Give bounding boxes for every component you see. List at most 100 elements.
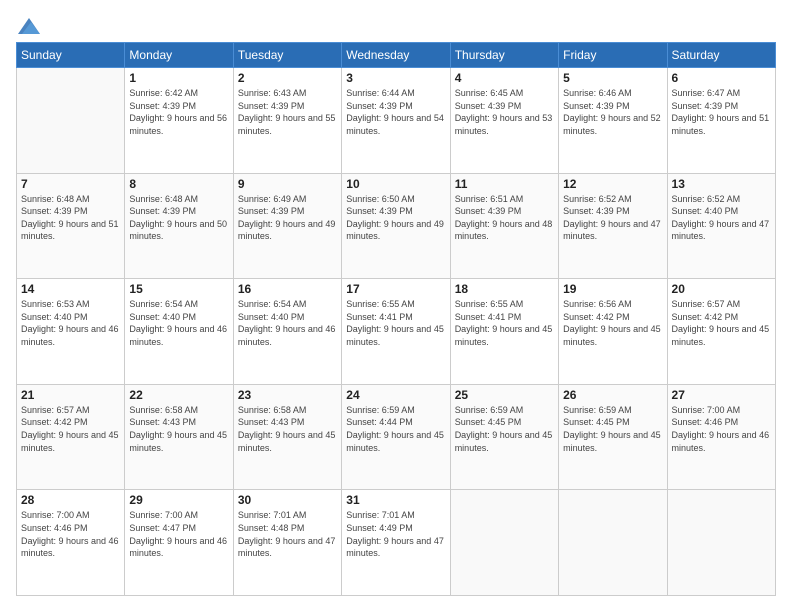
day-number: 11 (455, 177, 554, 191)
calendar-cell: 15Sunrise: 6:54 AMSunset: 4:40 PMDayligh… (125, 279, 233, 385)
day-info: Sunrise: 7:01 AMSunset: 4:49 PMDaylight:… (346, 509, 445, 559)
calendar-table: Sunday Monday Tuesday Wednesday Thursday… (16, 42, 776, 596)
calendar-cell (450, 490, 558, 596)
day-number: 4 (455, 71, 554, 85)
day-info: Sunrise: 6:44 AMSunset: 4:39 PMDaylight:… (346, 87, 445, 137)
day-info: Sunrise: 6:48 AMSunset: 4:39 PMDaylight:… (129, 193, 228, 243)
day-info: Sunrise: 6:59 AMSunset: 4:45 PMDaylight:… (455, 404, 554, 454)
calendar-cell: 8 Sunrise: 6:48 AMSunset: 4:39 PMDaylight… (125, 173, 233, 279)
calendar-cell: 6 Sunrise: 6:47 AMSunset: 4:39 PMDaylight… (667, 68, 775, 174)
day-number: 6 (672, 71, 771, 85)
day-number: 5 (563, 71, 662, 85)
calendar-cell: 12Sunrise: 6:52 AMSunset: 4:39 PMDayligh… (559, 173, 667, 279)
day-number: 23 (238, 388, 337, 402)
day-info: Sunrise: 6:56 AMSunset: 4:42 PMDaylight:… (563, 298, 662, 348)
day-info: Sunrise: 6:43 AMSunset: 4:39 PMDaylight:… (238, 87, 337, 137)
calendar-cell: 11 Sunrise: 6:51 AMSunset: 4:39 PMDayligh… (450, 173, 558, 279)
day-info: Sunrise: 6:42 AMSunset: 4:39 PMDaylight:… (129, 87, 228, 137)
day-number: 22 (129, 388, 228, 402)
day-number: 9 (238, 177, 337, 191)
day-number: 21 (21, 388, 120, 402)
calendar-cell: 14Sunrise: 6:53 AMSunset: 4:40 PMDayligh… (17, 279, 125, 385)
day-info: Sunrise: 7:00 AMSunset: 4:46 PMDaylight:… (21, 509, 120, 559)
day-info: Sunrise: 6:58 AMSunset: 4:43 PMDaylight:… (129, 404, 228, 454)
day-number: 26 (563, 388, 662, 402)
day-number: 10 (346, 177, 445, 191)
logo (16, 16, 40, 32)
day-info: Sunrise: 6:58 AMSunset: 4:43 PMDaylight:… (238, 404, 337, 454)
calendar-cell: 28 Sunrise: 7:00 AMSunset: 4:46 PMDayligh… (17, 490, 125, 596)
header-thursday: Thursday (450, 43, 558, 68)
day-info: Sunrise: 7:00 AMSunset: 4:46 PMDaylight:… (672, 404, 771, 454)
calendar-cell: 24Sunrise: 6:59 AMSunset: 4:44 PMDayligh… (342, 384, 450, 490)
day-number: 31 (346, 493, 445, 507)
calendar-cell: 30Sunrise: 7:01 AMSunset: 4:48 PMDayligh… (233, 490, 341, 596)
header (16, 16, 776, 32)
header-wednesday: Wednesday (342, 43, 450, 68)
calendar-cell: 22 Sunrise: 6:58 AMSunset: 4:43 PMDayligh… (125, 384, 233, 490)
header-sunday: Sunday (17, 43, 125, 68)
day-info: Sunrise: 6:45 AMSunset: 4:39 PMDaylight:… (455, 87, 554, 137)
calendar-cell: 9Sunrise: 6:49 AMSunset: 4:39 PMDaylight… (233, 173, 341, 279)
calendar-cell: 16 Sunrise: 6:54 AMSunset: 4:40 PMDayligh… (233, 279, 341, 385)
day-number: 27 (672, 388, 771, 402)
day-number: 7 (21, 177, 120, 191)
day-number: 1 (129, 71, 228, 85)
calendar-week-row: 1 Sunrise: 6:42 AMSunset: 4:39 PMDaylight… (17, 68, 776, 174)
day-info: Sunrise: 6:47 AMSunset: 4:39 PMDaylight:… (672, 87, 771, 137)
calendar-cell: 10 Sunrise: 6:50 AMSunset: 4:39 PMDayligh… (342, 173, 450, 279)
day-info: Sunrise: 7:00 AMSunset: 4:47 PMDaylight:… (129, 509, 228, 559)
day-info: Sunrise: 6:46 AMSunset: 4:39 PMDaylight:… (563, 87, 662, 137)
day-info: Sunrise: 6:51 AMSunset: 4:39 PMDaylight:… (455, 193, 554, 243)
day-number: 3 (346, 71, 445, 85)
day-number: 19 (563, 282, 662, 296)
calendar-week-row: 7 Sunrise: 6:48 AMSunset: 4:39 PMDaylight… (17, 173, 776, 279)
calendar-cell: 5 Sunrise: 6:46 AMSunset: 4:39 PMDaylight… (559, 68, 667, 174)
calendar-week-row: 28 Sunrise: 7:00 AMSunset: 4:46 PMDayligh… (17, 490, 776, 596)
calendar-cell: 4 Sunrise: 6:45 AMSunset: 4:39 PMDaylight… (450, 68, 558, 174)
day-number: 20 (672, 282, 771, 296)
calendar-week-row: 14Sunrise: 6:53 AMSunset: 4:40 PMDayligh… (17, 279, 776, 385)
calendar-cell: 3 Sunrise: 6:44 AMSunset: 4:39 PMDaylight… (342, 68, 450, 174)
day-number: 12 (563, 177, 662, 191)
day-info: Sunrise: 6:50 AMSunset: 4:39 PMDaylight:… (346, 193, 445, 243)
calendar-cell: 27 Sunrise: 7:00 AMSunset: 4:46 PMDayligh… (667, 384, 775, 490)
day-info: Sunrise: 6:57 AMSunset: 4:42 PMDaylight:… (21, 404, 120, 454)
page: Sunday Monday Tuesday Wednesday Thursday… (0, 0, 792, 612)
day-number: 18 (455, 282, 554, 296)
day-number: 29 (129, 493, 228, 507)
calendar-cell (667, 490, 775, 596)
day-number: 17 (346, 282, 445, 296)
header-monday: Monday (125, 43, 233, 68)
calendar-cell: 29 Sunrise: 7:00 AMSunset: 4:47 PMDayligh… (125, 490, 233, 596)
day-number: 16 (238, 282, 337, 296)
calendar-cell: 21 Sunrise: 6:57 AMSunset: 4:42 PMDayligh… (17, 384, 125, 490)
day-number: 8 (129, 177, 228, 191)
day-number: 15 (129, 282, 228, 296)
calendar-cell: 23 Sunrise: 6:58 AMSunset: 4:43 PMDayligh… (233, 384, 341, 490)
day-info: Sunrise: 6:54 AMSunset: 4:40 PMDaylight:… (238, 298, 337, 348)
calendar-cell: 7 Sunrise: 6:48 AMSunset: 4:39 PMDaylight… (17, 173, 125, 279)
header-friday: Friday (559, 43, 667, 68)
day-number: 2 (238, 71, 337, 85)
day-info: Sunrise: 6:48 AMSunset: 4:39 PMDaylight:… (21, 193, 120, 243)
day-number: 28 (21, 493, 120, 507)
calendar-week-row: 21 Sunrise: 6:57 AMSunset: 4:42 PMDayligh… (17, 384, 776, 490)
calendar-cell: 19 Sunrise: 6:56 AMSunset: 4:42 PMDayligh… (559, 279, 667, 385)
header-tuesday: Tuesday (233, 43, 341, 68)
calendar-header-row: Sunday Monday Tuesday Wednesday Thursday… (17, 43, 776, 68)
day-number: 13 (672, 177, 771, 191)
calendar-cell: 25Sunrise: 6:59 AMSunset: 4:45 PMDayligh… (450, 384, 558, 490)
calendar-cell: 31 Sunrise: 7:01 AMSunset: 4:49 PMDayligh… (342, 490, 450, 596)
calendar-cell: 18 Sunrise: 6:55 AMSunset: 4:41 PMDayligh… (450, 279, 558, 385)
day-info: Sunrise: 6:59 AMSunset: 4:45 PMDaylight:… (563, 404, 662, 454)
day-info: Sunrise: 6:55 AMSunset: 4:41 PMDaylight:… (455, 298, 554, 348)
day-info: Sunrise: 6:53 AMSunset: 4:40 PMDaylight:… (21, 298, 120, 348)
calendar-cell: 20Sunrise: 6:57 AMSunset: 4:42 PMDayligh… (667, 279, 775, 385)
calendar-cell: 26 Sunrise: 6:59 AMSunset: 4:45 PMDayligh… (559, 384, 667, 490)
calendar-cell (559, 490, 667, 596)
day-info: Sunrise: 6:52 AMSunset: 4:40 PMDaylight:… (672, 193, 771, 243)
header-saturday: Saturday (667, 43, 775, 68)
day-number: 30 (238, 493, 337, 507)
day-info: Sunrise: 6:59 AMSunset: 4:44 PMDaylight:… (346, 404, 445, 454)
